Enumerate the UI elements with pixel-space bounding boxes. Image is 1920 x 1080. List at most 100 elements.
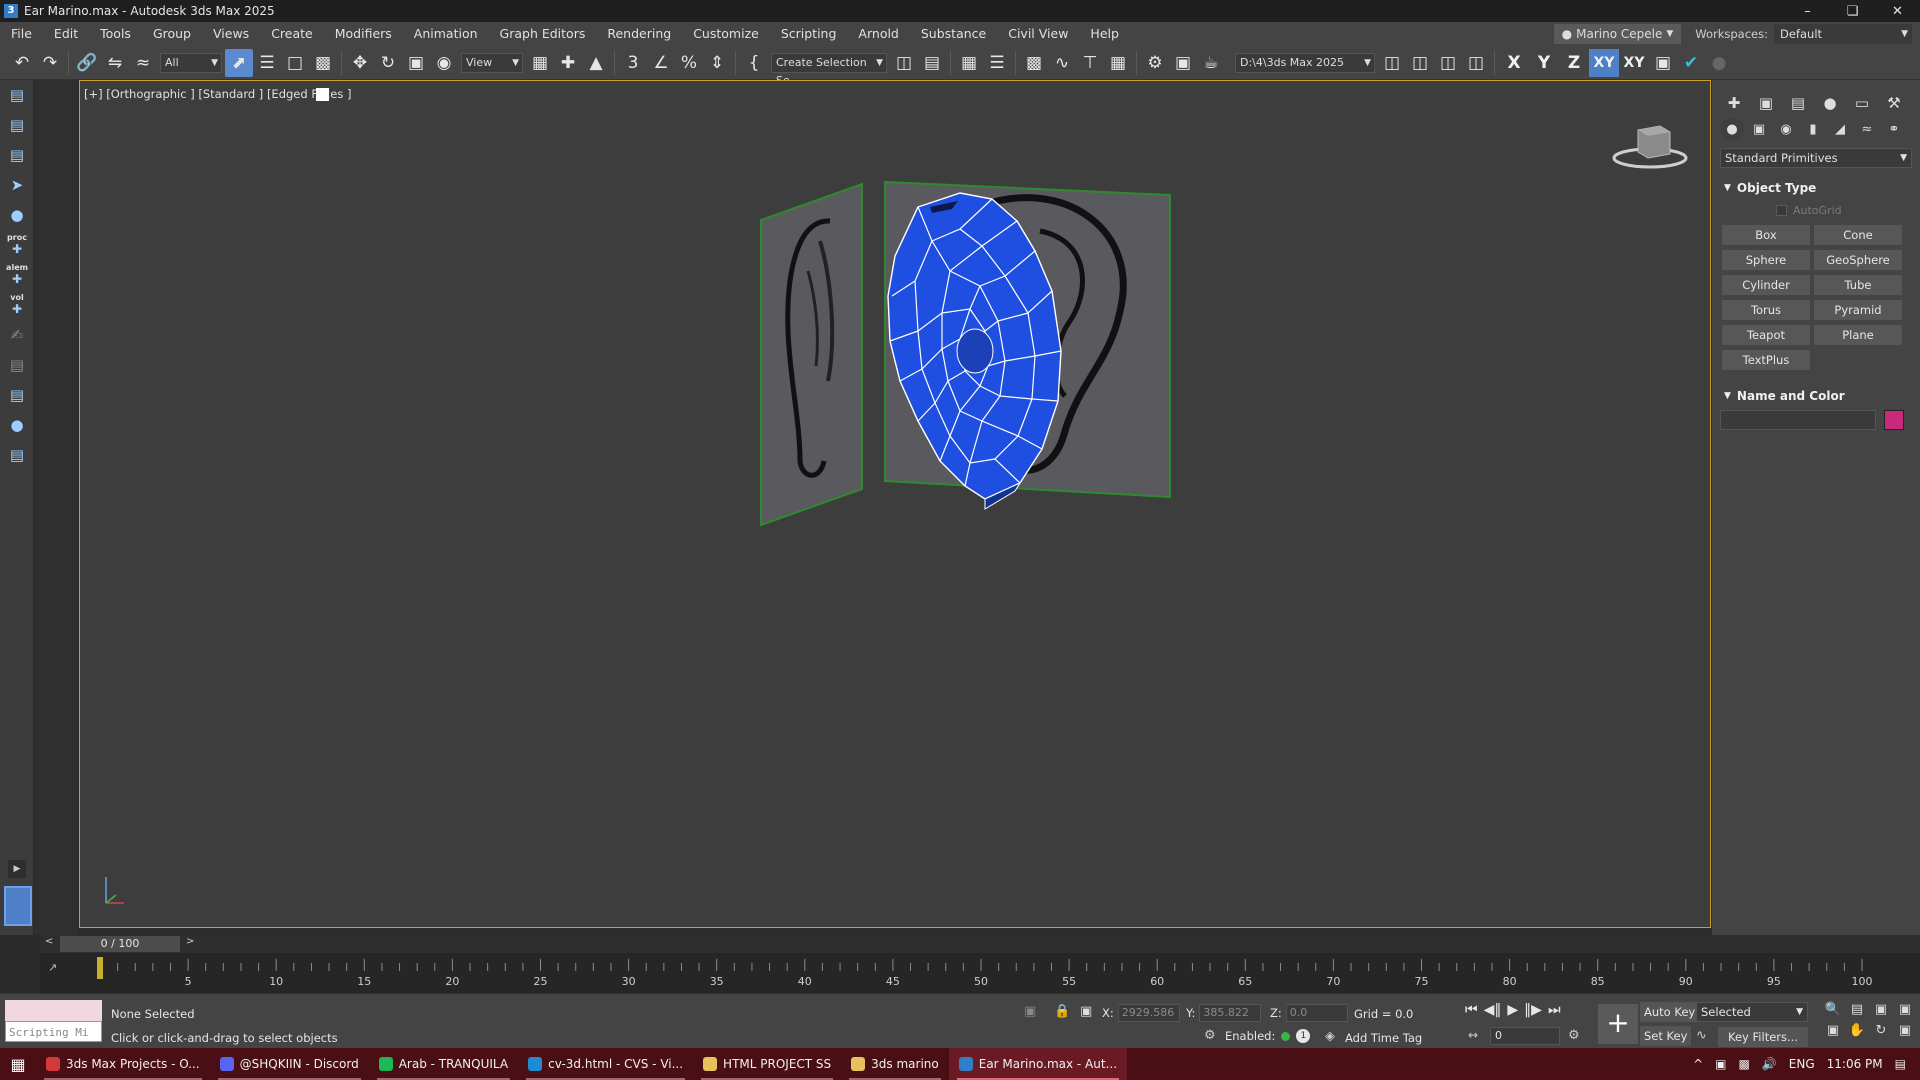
bind-space-warp-icon[interactable]: ≈	[129, 49, 157, 77]
menu-civil-view[interactable]: Civil View	[997, 22, 1079, 46]
key-mode-dropdown[interactable]: Selected ▼	[1696, 1002, 1808, 1022]
taskbar-item-html-project[interactable]: HTML PROJECT SS	[693, 1048, 841, 1080]
link-icon[interactable]: 🔗	[73, 49, 101, 77]
auto-key-button[interactable]: Auto Key	[1640, 1002, 1700, 1022]
maxscript-output[interactable]	[5, 1000, 102, 1021]
next-frame-icon[interactable]: >	[186, 936, 194, 947]
taskbar-item-ear-marino[interactable]: Ear Marino.max - Aut...	[948, 1048, 1128, 1080]
x-field[interactable]: 2929.586	[1117, 1004, 1180, 1022]
box-button[interactable]: Box	[1722, 225, 1810, 245]
keyboard-shortcut-override-icon[interactable]: ▲	[582, 49, 610, 77]
time-configuration-icon[interactable]: ↔	[1468, 1028, 1478, 1042]
play-icon[interactable]: ▶	[1507, 1002, 1518, 1018]
selection-filter-dropdown[interactable]: All ▼	[160, 52, 222, 73]
add-icon[interactable]: ✚	[10, 302, 23, 316]
material-editor-icon[interactable]: ▦	[1104, 49, 1132, 77]
field-of-view-icon[interactable]: ▣	[1822, 1023, 1844, 1038]
angle-snap-icon[interactable]: ∠	[647, 49, 675, 77]
menu-views[interactable]: Views	[202, 22, 260, 46]
autogrid-checkbox-box[interactable]	[1776, 205, 1787, 216]
maxscript-input[interactable]: Scripting Mi	[5, 1021, 102, 1042]
expand-panel-icon[interactable]: ▶	[8, 860, 26, 878]
clock[interactable]: 11:06 PM	[1827, 1057, 1883, 1071]
viewcube[interactable]	[1610, 116, 1690, 176]
zoom-extents-all-icon[interactable]: ▣	[1894, 1002, 1916, 1017]
scene-explorer-icon[interactable]: ▦	[955, 49, 983, 77]
shapes-icon[interactable]: ▣	[1747, 118, 1771, 140]
track-bar[interactable]: 5 10 15 20 25 30 35 40 45 50 55 60 65 70 75 80 85 90 95 100…	[40, 953, 1920, 993]
project-archive-icon[interactable]: ◫	[1462, 49, 1490, 77]
menu-file[interactable]: File	[0, 22, 43, 46]
motion-tab-icon[interactable]: ●	[1816, 92, 1844, 114]
paint-icon[interactable]: ✍	[0, 320, 34, 350]
curve-editor-icon[interactable]: ∿	[1048, 49, 1076, 77]
create-tab-icon[interactable]: ✚	[1720, 92, 1748, 114]
maxscript-listener[interactable]: Scripting Mi	[5, 1000, 102, 1044]
name-and-color-rollout-header[interactable]: ▼ Name and Color	[1718, 386, 1914, 406]
render-setup-icon[interactable]: ⚙	[1141, 49, 1169, 77]
network-icon[interactable]: ▩	[1739, 1057, 1750, 1071]
menu-tools[interactable]: Tools	[89, 22, 142, 46]
viewport-orthographic[interactable]: [+] [Orthographic ] [Standard ] [Edged F…	[79, 80, 1711, 928]
hierarchy-icon[interactable]: ▤	[0, 140, 34, 170]
space-warps-icon[interactable]: ≈	[1855, 118, 1879, 140]
named-selection-set-dropdown[interactable]: Create Selection Se ▼	[771, 52, 887, 87]
viewport-layouts-icon[interactable]: ▤	[0, 440, 34, 470]
hierarchy-tab-icon[interactable]: ▤	[1784, 92, 1812, 114]
z-field[interactable]: 0.0	[1285, 1004, 1348, 1022]
pivot-center-icon[interactable]: ▦	[526, 49, 554, 77]
rotate-icon[interactable]: ↻	[374, 49, 402, 77]
zoom-all-icon[interactable]: ▤	[1846, 1002, 1868, 1017]
viewport-label[interactable]: [+] [Orthographic ] [Standard ] [Edged F…	[84, 87, 351, 101]
snaps-toggle-icon[interactable]: 3	[619, 49, 647, 77]
help-icon[interactable]: ●	[1705, 49, 1733, 77]
plane-button[interactable]: Plane	[1814, 325, 1902, 345]
modify-icon[interactable]: ▤	[0, 110, 34, 140]
pyramid-button[interactable]: Pyramid	[1814, 300, 1902, 320]
geometry-icon[interactable]: ●	[1720, 118, 1744, 140]
add-icon[interactable]: ✚	[6, 272, 28, 286]
restore-icon[interactable]: ❏	[1830, 4, 1875, 19]
set-keys-icon[interactable]: +	[1598, 1004, 1638, 1044]
scale-icon[interactable]: ▣	[402, 49, 430, 77]
key-filters-button[interactable]: Key Filters...	[1718, 1027, 1808, 1047]
taskbar-item-spotify[interactable]: Arab - TRANQUILA	[369, 1048, 518, 1080]
utilities-tab-icon[interactable]: ⚒	[1880, 92, 1908, 114]
absolute-mode-icon[interactable]: ▣	[1080, 1004, 1092, 1019]
y-field[interactable]: 385.822	[1199, 1004, 1262, 1022]
percent-snap-icon[interactable]: %	[675, 49, 703, 77]
menu-modifiers[interactable]: Modifiers	[324, 22, 403, 46]
user-account-button[interactable]: ● Marino Cepele ▼	[1553, 24, 1682, 44]
open-project-icon[interactable]: ◫	[1406, 49, 1434, 77]
sphere-button[interactable]: Sphere	[1722, 250, 1810, 270]
axis-z-button[interactable]: Z	[1559, 49, 1589, 77]
teapot-button[interactable]: Teapot	[1722, 325, 1810, 345]
current-frame-field[interactable]: 0	[1490, 1027, 1560, 1045]
window-crossing-icon[interactable]: ▩	[309, 49, 337, 77]
enabled-count-badge[interactable]: 1	[1296, 1029, 1311, 1043]
layer-explorer-icon[interactable]: ☰	[983, 49, 1011, 77]
notifications-icon[interactable]: ▤	[1895, 1057, 1906, 1071]
previous-frame-icon[interactable]: <	[45, 936, 53, 947]
scene-states-icon[interactable]: ▤	[0, 380, 34, 410]
menu-scripting[interactable]: Scripting	[770, 22, 848, 46]
textplus-button[interactable]: TextPlus	[1722, 350, 1810, 370]
menu-create[interactable]: Create	[260, 22, 324, 46]
edit-named-selection-icon[interactable]: {	[740, 49, 768, 77]
time-slider-thumb[interactable]: 0 / 100	[60, 936, 180, 952]
chevron-up-icon[interactable]: ^	[1693, 1057, 1703, 1071]
axis-y-button[interactable]: Y	[1529, 49, 1559, 77]
zoom-extents-icon[interactable]: ▣	[1870, 1002, 1892, 1017]
time-tag-icon[interactable]: ◈	[1325, 1029, 1335, 1044]
cylinder-button[interactable]: Cylinder	[1722, 275, 1810, 295]
adaptive-degradation-icon[interactable]: ⚙	[1204, 1028, 1216, 1043]
geosphere-button[interactable]: GeoSphere	[1814, 250, 1902, 270]
taskbar-item-3ds-max-projects[interactable]: 3ds Max Projects - O...	[36, 1048, 210, 1080]
taskbar-item-3ds-marino[interactable]: 3ds marino	[841, 1048, 949, 1080]
render-production-icon[interactable]: ☕	[1197, 49, 1225, 77]
viewport-layout-thumbnail[interactable]	[4, 886, 32, 926]
volume-icon[interactable]: 🔊	[1762, 1057, 1777, 1071]
cameras-icon[interactable]: ▮	[1801, 118, 1825, 140]
cone-button[interactable]: Cone	[1814, 225, 1902, 245]
menu-arnold[interactable]: Arnold	[847, 22, 909, 46]
